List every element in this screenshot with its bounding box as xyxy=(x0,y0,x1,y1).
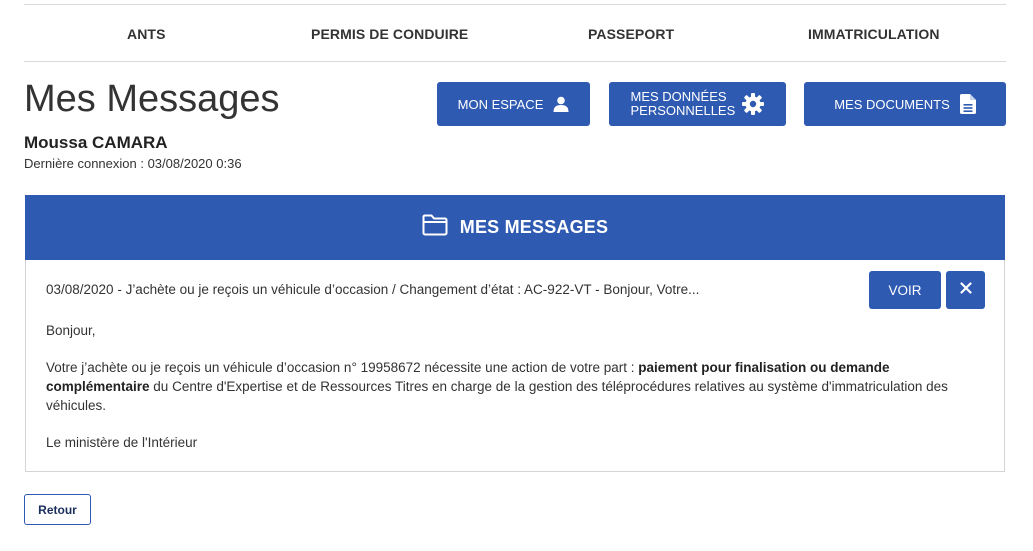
mes-donnees-line1: MES DONNÉES xyxy=(630,89,727,104)
mes-donnees-label: MES DONNÉES PERSONNELLES xyxy=(630,89,736,118)
top-navigation: ANTS PERMIS DE CONDUIRE PASSEPORT IMMATR… xyxy=(24,4,1006,62)
gear-icon xyxy=(741,92,765,116)
mes-donnees-line2: PERSONNELLES xyxy=(630,103,736,118)
user-icon xyxy=(553,96,569,112)
messages-panel-header: MES MESSAGES xyxy=(25,195,1005,260)
mes-documents-button[interactable]: MES DOCUMENTS xyxy=(804,82,1006,126)
mes-donnees-personnelles-button[interactable]: MES DONNÉES PERSONNELLES xyxy=(609,82,786,126)
user-name: Moussa CAMARA xyxy=(24,133,168,152)
retour-button[interactable]: Retour xyxy=(24,494,91,525)
delete-message-button[interactable] xyxy=(946,271,985,309)
mon-espace-button[interactable]: MON ESPACE xyxy=(437,82,590,126)
message-content-part1: Votre j’achète ou je reçois un véhicule … xyxy=(46,360,639,375)
mes-documents-label: MES DOCUMENTS xyxy=(834,96,950,112)
nav-link-permis-de-conduire[interactable]: PERMIS DE CONDUIRE xyxy=(311,26,468,42)
messages-panel: MES MESSAGES 03/08/2020 - J’achète ou je… xyxy=(25,195,1005,472)
document-icon xyxy=(959,94,976,114)
message-subject: 03/08/2020 - J’achète ou je reçois un vé… xyxy=(46,282,700,297)
page-title: Mes Messages xyxy=(24,78,280,120)
last-login-info: Dernière connexion : 03/08/2020 0:36 xyxy=(24,156,242,171)
message-greeting: Bonjour, xyxy=(46,323,96,338)
message-content: Votre j’achète ou je reçois un véhicule … xyxy=(46,358,976,415)
message-body: Bonjour, Votre j’achète ou je reçois un … xyxy=(46,321,976,470)
folder-icon xyxy=(422,214,448,241)
message-content-part2: du Centre d'Expertise et de Ressources T… xyxy=(46,379,948,413)
nav-link-immatriculation[interactable]: IMMATRICULATION xyxy=(808,26,940,42)
nav-link-passeport[interactable]: PASSEPORT xyxy=(588,26,674,42)
nav-link-ants[interactable]: ANTS xyxy=(127,26,166,42)
mon-espace-label: MON ESPACE xyxy=(457,96,544,112)
close-icon xyxy=(959,281,972,299)
message-signature: Le ministère de l'Intérieur xyxy=(46,435,198,450)
voir-button[interactable]: VOIR xyxy=(869,271,941,309)
messages-panel-title: MES MESSAGES xyxy=(459,217,609,237)
